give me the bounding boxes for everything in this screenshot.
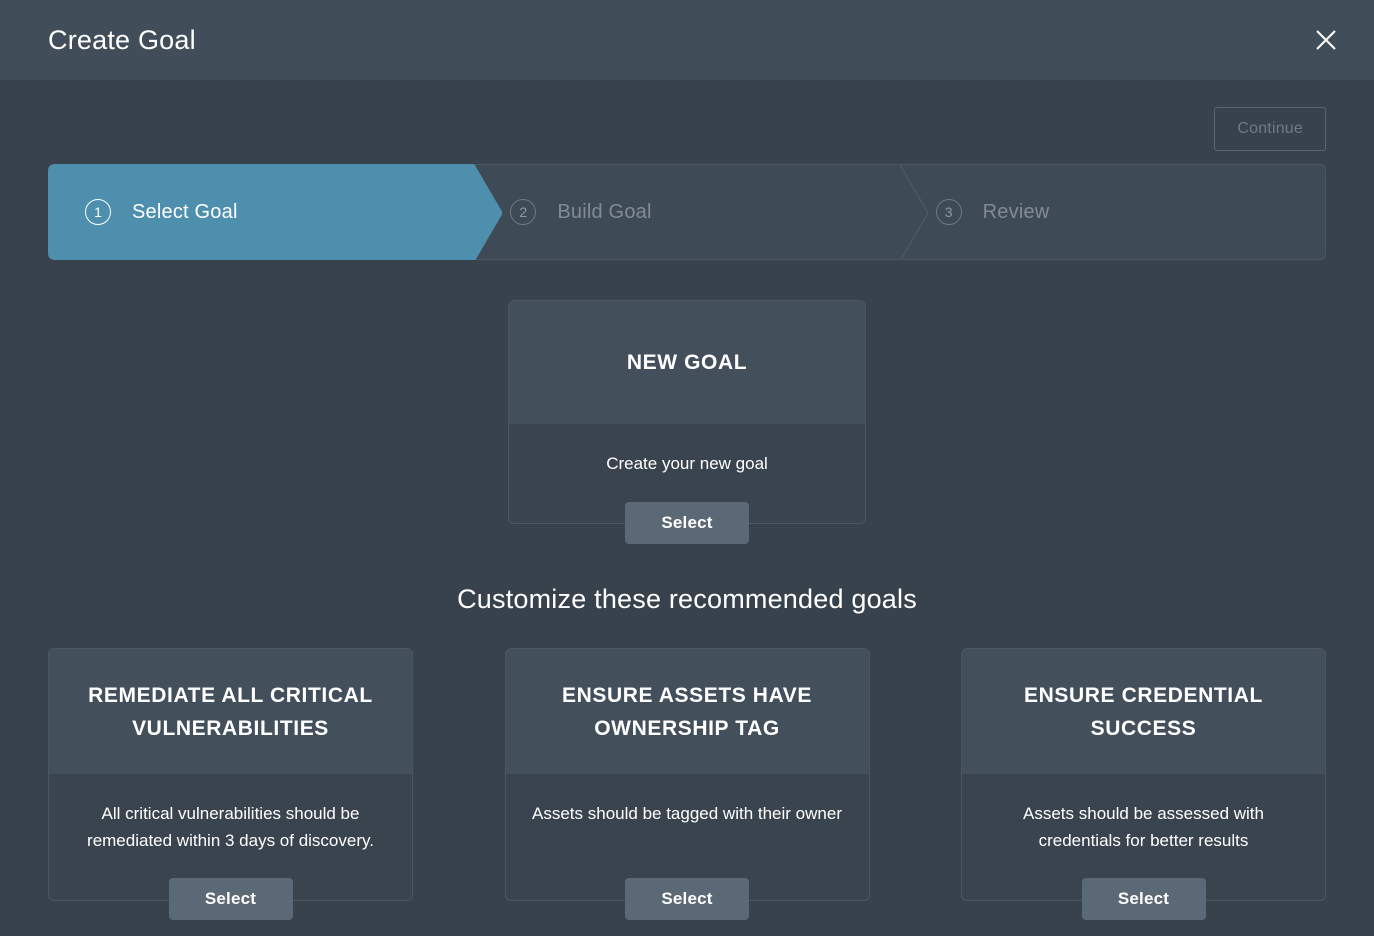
card-header: REMEDIATE ALL CRITICAL VULNERABILITIES (49, 649, 412, 774)
stepper-step-select-goal[interactable]: 1 Select Goal (48, 164, 474, 260)
page-title: Create Goal (48, 27, 196, 54)
recommended-heading: Customize these recommended goals (48, 584, 1326, 615)
card-header: NEW GOAL (509, 301, 865, 424)
card-title: REMEDIATE ALL CRITICAL VULNERABILITIES (69, 679, 392, 745)
card-title: NEW GOAL (627, 346, 747, 379)
step-number: 1 (85, 199, 111, 225)
continue-button[interactable]: Continue (1214, 107, 1326, 151)
stepper-step-review[interactable]: 3 Review (900, 164, 1326, 260)
card-header: ENSURE ASSETS HAVE OWNERSHIP TAG (506, 649, 869, 774)
step-label: Build Goal (557, 201, 651, 224)
step-number: 2 (510, 199, 536, 225)
recommended-goals-grid: REMEDIATE ALL CRITICAL VULNERABILITIES A… (48, 648, 1326, 901)
select-button-new-goal[interactable]: Select (625, 502, 749, 544)
new-goal-card[interactable]: NEW GOAL Create your new goal Select (508, 300, 866, 524)
step-label: Review (983, 201, 1050, 224)
step-number: 3 (936, 199, 962, 225)
recommended-goal-card-remediate-all-critical-vulnerabilities[interactable]: REMEDIATE ALL CRITICAL VULNERABILITIES A… (48, 648, 413, 901)
select-button-ensure-assets-have-ownership-tag[interactable]: Select (625, 878, 749, 920)
stepper-step-build-goal[interactable]: 2 Build Goal (474, 164, 899, 260)
step-label: Select Goal (132, 201, 238, 224)
stepper: 1 Select Goal 2 Build Goal 3 Review (48, 164, 1326, 260)
modal-header: Create Goal (0, 0, 1374, 80)
close-icon (1313, 27, 1339, 53)
new-goal-section: NEW GOAL Create your new goal Select (48, 300, 1326, 524)
card-title: ENSURE CREDENTIAL SUCCESS (982, 679, 1305, 745)
card-header: ENSURE CREDENTIAL SUCCESS (962, 649, 1325, 774)
card-title: ENSURE ASSETS HAVE OWNERSHIP TAG (526, 679, 849, 745)
modal-body: Continue 1 Select Goal 2 Build Goal 3 (0, 80, 1374, 936)
select-button-ensure-credential-success[interactable]: Select (1082, 878, 1206, 920)
close-button[interactable] (1308, 22, 1344, 58)
recommended-goal-card-ensure-credential-success[interactable]: ENSURE CREDENTIAL SUCCESS Assets should … (961, 648, 1326, 901)
recommended-goal-card-ensure-assets-have-ownership-tag[interactable]: ENSURE ASSETS HAVE OWNERSHIP TAG Assets … (505, 648, 870, 901)
select-button-remediate-all-critical-vulnerabilities[interactable]: Select (169, 878, 293, 920)
action-row: Continue (48, 80, 1326, 160)
